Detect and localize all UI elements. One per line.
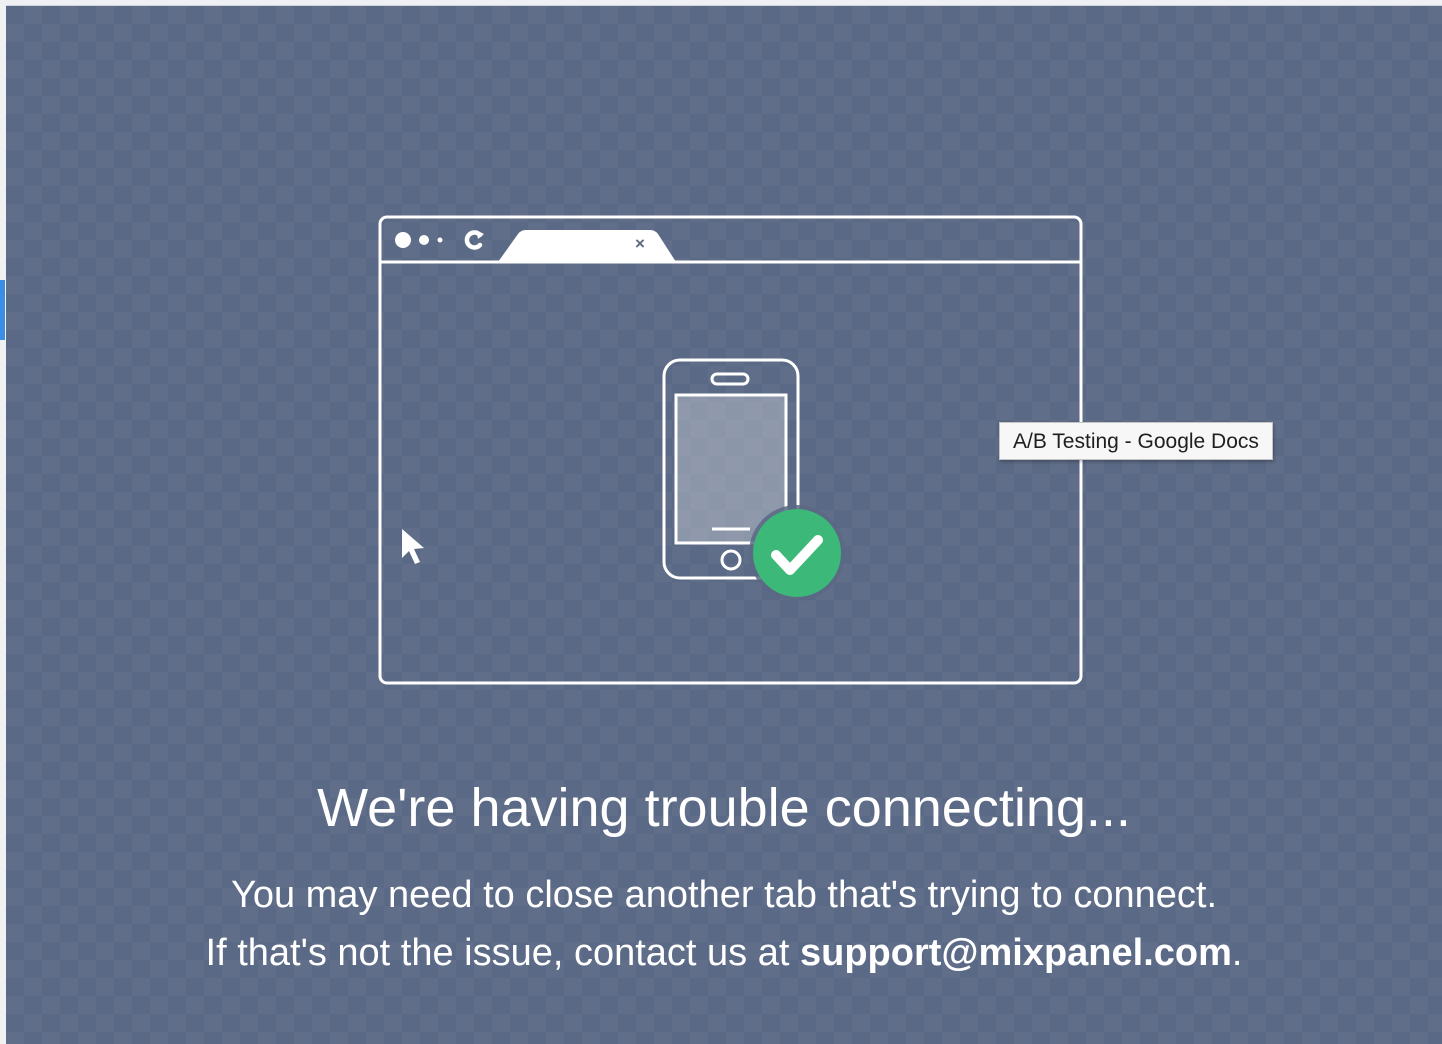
reload-icon <box>464 230 484 250</box>
tab-close-icon: × <box>635 234 645 253</box>
mouse-cursor-icon <box>402 529 424 564</box>
success-check-icon <box>749 505 845 601</box>
support-email-link[interactable]: support@mixpanel.com <box>800 932 1232 974</box>
error-message-line-1: You may need to close another tab that's… <box>230 874 1218 916</box>
contact-suffix-text: . <box>1231 932 1243 974</box>
window-dot-small-icon <box>437 237 443 243</box>
browser-illustration: × <box>378 215 1083 685</box>
error-message-line-2: If that's not the issue, contact us at s… <box>6 924 1442 982</box>
window-dot-large-icon <box>395 232 411 248</box>
error-message: You may need to close another tab that's… <box>6 866 1442 982</box>
browser-tab <box>498 230 676 262</box>
contact-prefix-text: If that's not the issue, contact us at <box>205 932 800 974</box>
tab-title-tooltip: A/B Testing - Google Docs <box>999 422 1273 460</box>
window-dot-medium-icon <box>419 235 429 245</box>
selection-marker <box>0 280 5 340</box>
error-headline: We're having trouble connecting... <box>317 778 1131 838</box>
